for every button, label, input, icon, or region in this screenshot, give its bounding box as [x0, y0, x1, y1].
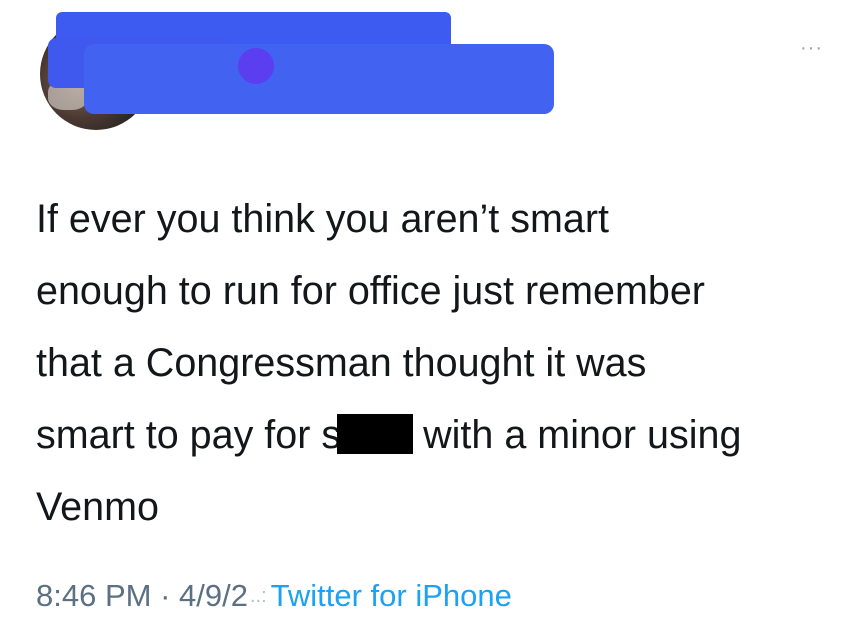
meta-separator: · [151, 578, 180, 613]
censor-bar [337, 414, 414, 454]
more-options-icon[interactable]: ··· [800, 38, 823, 58]
date-smudge: ..: [249, 585, 267, 607]
tweet-source-link[interactable]: Twitter for iPhone [271, 578, 512, 613]
tweet-line: Venmo [36, 485, 159, 529]
tweet-line-part: smart to pay for s [36, 413, 342, 457]
tweet-line: that a Congressman thought it was [36, 341, 647, 385]
tweet-text: If ever you think you aren’t smart enoug… [36, 183, 836, 543]
tweet-time[interactable]: 8:46 PM [36, 578, 151, 613]
tweet-line: If ever you think you aren’t smart [36, 197, 610, 241]
tweet-line: smart to pay for s with a minor using [36, 399, 836, 471]
tweet-line: enough to run for office just remember [36, 269, 705, 313]
redacted-username [48, 8, 554, 114]
tweet-date[interactable]: 4/9/2 [179, 578, 248, 613]
tweet-line-part: with a minor using [423, 413, 742, 457]
tweet-card: ··· If ever you think you aren’t smart e… [0, 0, 848, 628]
tweet-meta: 8:46 PM · 4/9/2..: Twitter for iPhone [36, 578, 512, 614]
